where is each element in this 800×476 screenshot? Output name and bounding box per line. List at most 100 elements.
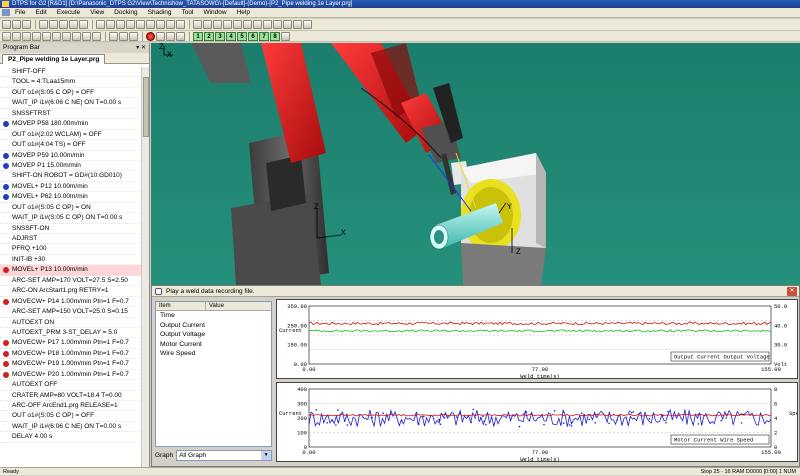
document-icon[interactable]: [2, 9, 10, 16]
line-icon[interactable]: [52, 31, 61, 41]
menu-docking[interactable]: Docking: [109, 9, 142, 16]
signal-row-time[interactable]: Time: [156, 311, 271, 321]
open-folder-icon[interactable]: [12, 20, 21, 29]
program-line[interactable]: AUTOEXT ON: [0, 318, 142, 328]
play-icon[interactable]: [243, 20, 252, 29]
rotate-view-icon[interactable]: [126, 20, 135, 29]
cut-icon[interactable]: [39, 20, 48, 29]
column-item[interactable]: Item: [156, 302, 206, 310]
program-line[interactable]: OUT o1#(4:04 TS) = OFF: [0, 140, 142, 151]
3d-viewport[interactable]: Z X Z X Y Z: [151, 43, 800, 285]
undo-icon[interactable]: [69, 20, 78, 29]
signal-row-output-current[interactable]: Output Current: [156, 321, 271, 331]
positioner-icon[interactable]: [92, 31, 101, 41]
arc-icon[interactable]: [62, 31, 71, 41]
side-view-icon[interactable]: [156, 20, 165, 29]
front-view-icon[interactable]: [146, 20, 155, 29]
extra-icon[interactable]: [281, 31, 290, 41]
axis-button-7[interactable]: 7: [259, 31, 269, 41]
mode-icon[interactable]: [109, 31, 118, 41]
menu-view[interactable]: View: [85, 9, 109, 16]
shading-icon[interactable]: [203, 20, 212, 29]
column-value[interactable]: Value: [206, 302, 224, 310]
camera-icon[interactable]: [156, 31, 165, 41]
signal-row-output-voltage[interactable]: Output Voltage: [156, 330, 271, 340]
program-line[interactable]: MOVEL+ P12 10.00m/min: [0, 182, 142, 193]
program-line[interactable]: ARC-SET AMP=150 VOLT=25.0 S=0.15: [0, 307, 142, 318]
wireframe-icon[interactable]: [193, 20, 202, 29]
program-line[interactable]: INIT-IB +30: [0, 255, 142, 266]
menu-help[interactable]: Help: [232, 9, 255, 16]
simulate-icon[interactable]: [233, 20, 242, 29]
signal-row-motor-current[interactable]: Motor Current: [156, 340, 271, 350]
program-line[interactable]: TOOL = 4:TLaa15mm: [0, 77, 142, 88]
program-scrollbar[interactable]: [141, 67, 149, 467]
menu-window[interactable]: Window: [198, 9, 231, 16]
program-line[interactable]: ADJRST: [0, 234, 142, 245]
program-line[interactable]: WAIT_IP i1#(6:06 C NE) ON T=0.00 s: [0, 422, 142, 433]
program-line[interactable]: DELAY 4.00 s: [0, 432, 142, 443]
program-line[interactable]: MOVECW+ P14 1.00m/min Ptn=1 F=0.7: [0, 297, 142, 308]
torch-icon[interactable]: [32, 31, 41, 41]
program-line[interactable]: MOVEP P59 10.00m/min: [0, 151, 142, 161]
axis-button-5[interactable]: 5: [237, 31, 247, 41]
redo-icon[interactable]: [79, 20, 88, 29]
axis-button-1[interactable]: 1: [193, 31, 203, 41]
axis-button-6[interactable]: 6: [248, 31, 258, 41]
program-line[interactable]: OUT o1#(S:05 C OP) = OFF: [0, 411, 142, 422]
robot-icon[interactable]: [22, 31, 31, 41]
point-icon[interactable]: [42, 31, 51, 41]
signal-row-wire-speed[interactable]: Wire Speed: [156, 349, 271, 359]
panel-controls[interactable]: ▾ ✕: [136, 43, 149, 53]
program-line[interactable]: OUT o1#(S:05 C OP) = ON: [0, 203, 142, 214]
stop-icon[interactable]: [253, 20, 262, 29]
zoom-in-icon[interactable]: [96, 20, 105, 29]
program-line[interactable]: PFRQ +100: [0, 244, 142, 255]
frame-icon[interactable]: [176, 31, 185, 41]
program-line[interactable]: ARC-OFF ArcEnd1.prg RELEASE=1: [0, 401, 142, 412]
fit-view-icon[interactable]: [116, 20, 125, 29]
program-line[interactable]: OUT o1#(2:02 WCLAM) = OFF: [0, 130, 142, 141]
top-view-icon[interactable]: [166, 20, 175, 29]
axis-button-3[interactable]: 3: [215, 31, 225, 41]
menu-shading[interactable]: Shading: [143, 9, 177, 16]
help-icon[interactable]: [303, 20, 312, 29]
program-line[interactable]: MOVECW+ P19 1.00m/min Ptn=1 F=0.7: [0, 359, 142, 370]
program-line[interactable]: OUT o1#(S:05 C OP) = OFF: [0, 88, 142, 99]
settings-icon[interactable]: [293, 20, 302, 29]
close-icon[interactable]: ✕: [787, 287, 797, 296]
program-line[interactable]: MOVEL+ P13 10.00m/min: [0, 265, 142, 276]
program-line[interactable]: MOVECW+ P20 1.00m/min Ptn=1 F=0.7: [0, 370, 142, 381]
program-line[interactable]: ARC-SET AMP=170 VOLT=27.5 S=2.50: [0, 276, 142, 287]
iso-view-icon[interactable]: [176, 20, 185, 29]
link-icon[interactable]: [119, 31, 128, 41]
program-line[interactable]: WAIT_IP i1#(S:05 C OP) ON T=0.00 s: [0, 213, 142, 224]
program-line[interactable]: WAIT_IP i1#(6:06 C NE) ON T=0.00 s: [0, 98, 142, 109]
scrollbar-thumb[interactable]: [143, 77, 149, 137]
menu-execute[interactable]: Execute: [52, 9, 86, 16]
pan-view-icon[interactable]: [136, 20, 145, 29]
program-line[interactable]: CRATER AMP=80 VOLT=18.4 T=0.00: [0, 391, 142, 401]
graph-select[interactable]: All Graph ▼: [176, 449, 273, 461]
table-icon[interactable]: [82, 31, 91, 41]
menu-tool[interactable]: Tool: [177, 9, 199, 16]
collision-icon[interactable]: [273, 20, 282, 29]
zoom-out-icon[interactable]: [106, 20, 115, 29]
record-icon[interactable]: [146, 31, 155, 41]
grid-icon[interactable]: [213, 20, 222, 29]
program-line[interactable]: SNSSFTRST: [0, 109, 142, 120]
program-line[interactable]: MOVECW+ P17 1.00m/min Ptn=1 F=0.7: [0, 338, 142, 349]
step-icon[interactable]: [263, 20, 272, 29]
axis-button-4[interactable]: 4: [226, 31, 236, 41]
menu-edit[interactable]: Edit: [30, 9, 51, 16]
program-line[interactable]: SNSSFT-ON: [0, 224, 142, 234]
paste-icon[interactable]: [59, 20, 68, 29]
measure-icon[interactable]: [283, 20, 292, 29]
new-file-icon[interactable]: [2, 20, 11, 29]
view-icon[interactable]: [129, 31, 138, 41]
copy-icon[interactable]: [49, 20, 58, 29]
program-line[interactable]: AUTOEXT OFF: [0, 380, 142, 391]
tab-program-file[interactable]: P2_Pipe welding 1e Layer.prg: [2, 54, 106, 64]
move-icon[interactable]: [12, 31, 21, 41]
menu-file[interactable]: File: [10, 9, 30, 16]
